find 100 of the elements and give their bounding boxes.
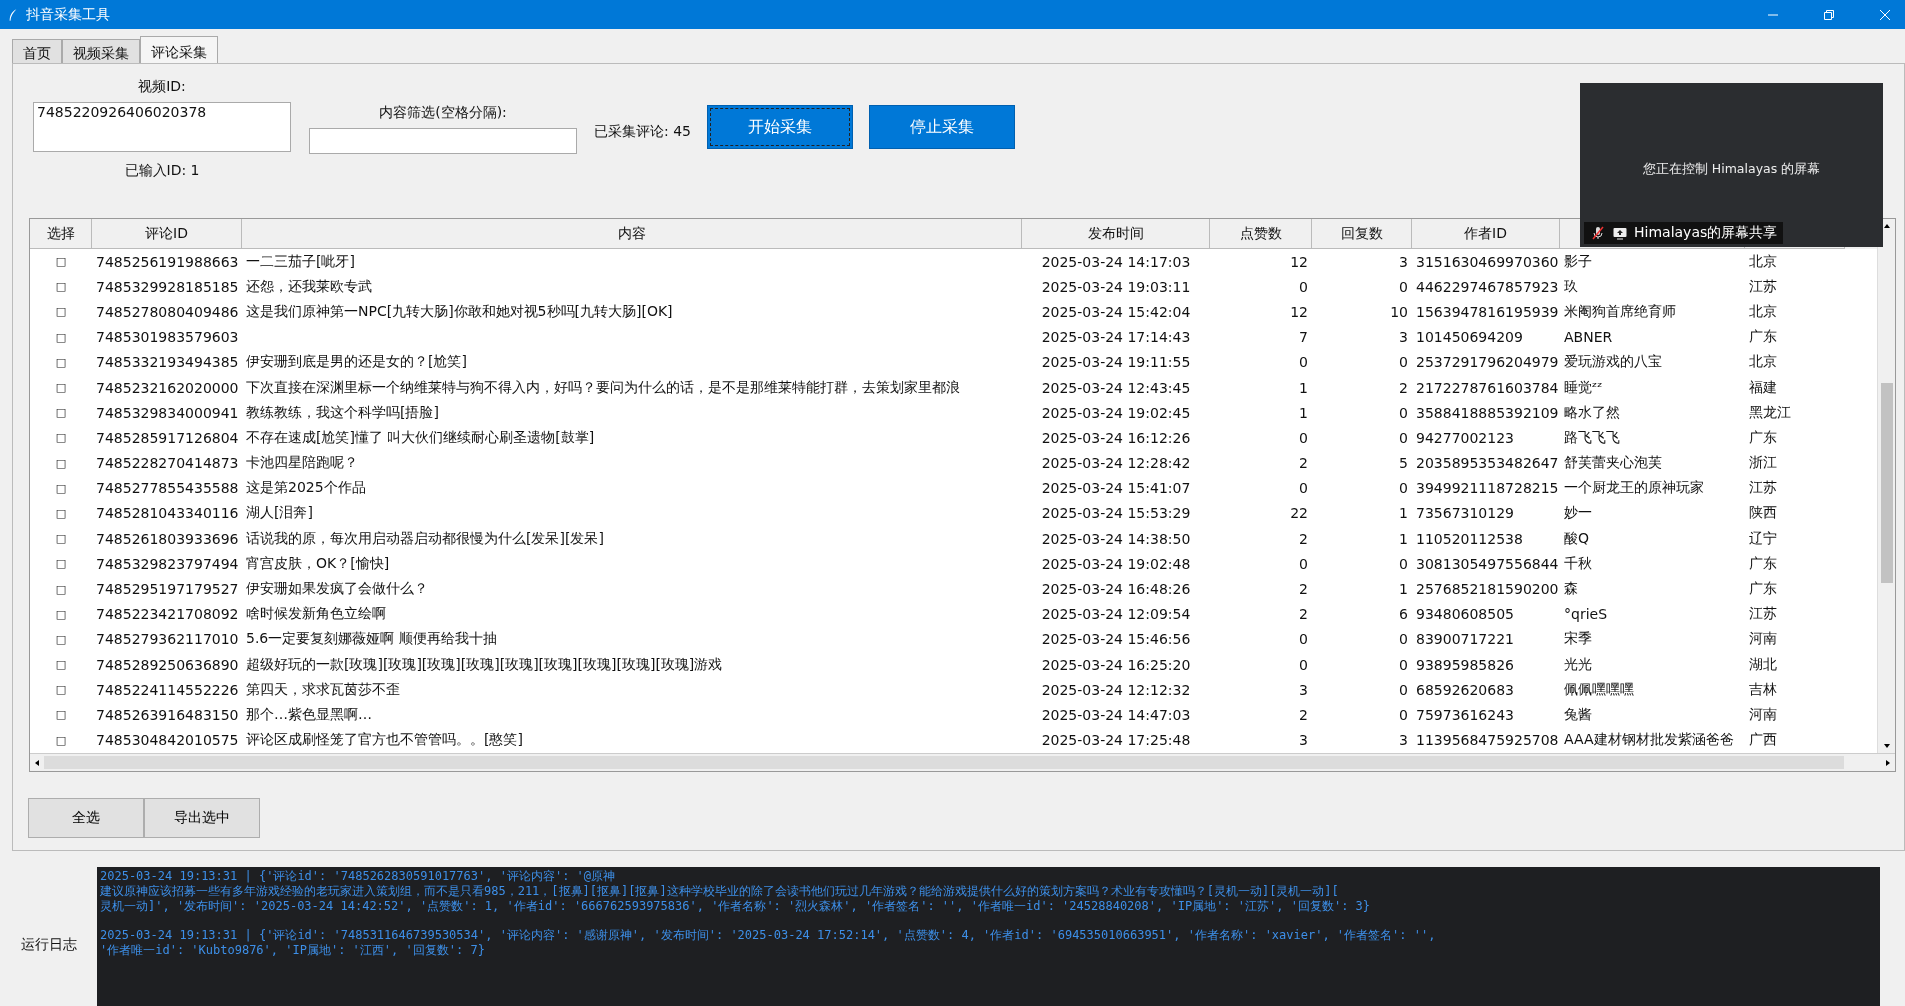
checkbox-glyph: □ [54,631,68,648]
table-cell-text: 3081305497556844 [1415,554,1560,574]
table-cell-text: 7485285917126804 [95,428,240,448]
table-cell-text: 6 [1398,605,1409,625]
table-cell-text: 73567310129 [1415,504,1515,524]
table-cell-text: 啥时候发新角色立绘啊 [245,604,387,624]
table-cell-text: 101450694209 [1415,328,1524,348]
table-cell-text: 0 [1398,680,1409,700]
table-cell-text: 2025-03-24 17:25:48 [1040,731,1192,751]
checkbox-glyph: □ [54,254,68,271]
column-header[interactable]: 回复数 [1312,219,1412,249]
table-cell-text: 第四天，求求瓦茵莎不歪 [245,679,401,699]
table-cell-text: 评论区成刷怪笼了官方也不管管吗。。[憨笑] [245,730,524,750]
log-label: 运行日志 [19,935,78,954]
table-cell-text: 1 [1398,529,1409,549]
table-cell-text: 广东 [1748,579,1778,599]
table-cell-text: 22 [1289,504,1309,524]
table-cell-text: 湖人[泪奔] [245,503,314,523]
checkbox-glyph: □ [54,505,68,522]
share-label: Himalayas的屏幕共享 [1634,224,1778,242]
table-cell-text: 教练教练，我这个科学吗[捂脸] [245,402,440,422]
action-button[interactable]: 开始采集 [707,105,853,149]
table-cell-text: 江苏 [1748,478,1778,498]
table-cell-text: 2025-03-24 12:43:45 [1040,378,1192,398]
checkbox-glyph: □ [54,380,68,397]
column-header[interactable]: 选择 [30,219,92,249]
column-header[interactable]: 内容 [242,219,1022,249]
horizontal-scrollbar[interactable] [30,753,1895,771]
vertical-scrollbar[interactable] [1877,219,1895,753]
table-cell-text: 3 [1298,731,1309,751]
log-line: 2025-03-24 19:13:31 | {'评论id': '7485311646739530534', '评论内容': '感谢原神', '发布时间': '2025-03-24 17:52:14', '点赞数': 4, '作者id': '694535010663951', '作者名称': 'xavier', '作者签名': '', [100,928,1437,943]
collected-count: 已采集评论: 45 [594,123,691,141]
table-cell-text: 2025-03-24 17:14:43 [1040,328,1192,348]
log-line: 2025-03-24 19:13:31 | {'评论id': '7485262830591017763', '评论内容': '@原神 [100,869,617,884]
table-cell-text: 北京 [1748,251,1778,271]
entered-count: 已输入ID: 1 [124,162,200,180]
table-cell-text: 75973616243 [1415,705,1515,725]
table-cell-text: 7485304842010575 [95,731,240,751]
window-title: 抖音采集工具 [26,5,110,24]
table-cell-text: 12 [1289,252,1309,272]
table-cell-text: 广东 [1748,427,1778,447]
table-cell-text: 光光 [1563,654,1593,674]
table-cell-text: 2025-03-24 16:48:26 [1040,580,1192,600]
share-bar[interactable]: Himalayas的屏幕共享 [1584,222,1784,244]
table-cell-text: 兔酱 [1563,704,1593,724]
column-header[interactable]: 评论ID [92,219,242,249]
video-id-field[interactable]: 7485220926406020378 [33,102,291,152]
table-cell-text: 2025-03-24 14:38:50 [1040,529,1192,549]
filter-field[interactable] [309,128,577,154]
muted-mic-icon[interactable] [1590,225,1606,241]
table-cell-text: 2 [1298,605,1309,625]
table-cell-text: 0 [1298,479,1309,499]
table-cell-text: 7485263916483150 [95,705,240,725]
table-cell-text: 5 [1398,454,1409,474]
table-cell-text: 宵宫皮肤，OK？[愉快] [245,553,391,573]
filter-label: 内容筛选(空格分隔): [379,104,507,122]
table-cell-text: 93895985826 [1415,655,1515,675]
tab[interactable]: 首页 [12,39,62,63]
close-icon[interactable] [1879,8,1891,21]
table-cell-text: 卡池四星陪跑呢？ [245,453,359,473]
table-cell-text: 2025-03-24 16:12:26 [1040,428,1192,448]
action-button[interactable]: 全选 [28,798,144,838]
checkbox-glyph: □ [54,581,68,598]
action-button[interactable]: 停止采集 [869,105,1015,149]
tab[interactable]: 视频采集 [62,39,140,63]
table-cell-text: 0 [1298,554,1309,574]
column-header[interactable]: 点赞数 [1210,219,1312,249]
table-cell-text: 北京 [1748,301,1778,321]
column-header[interactable]: 作者ID [1412,219,1560,249]
table-cell-text: 辽宁 [1748,528,1778,548]
column-header[interactable]: 发布时间 [1022,219,1210,249]
log-line: 建议原神应该招募一些有多年游戏经验的老玩家进入策划组，而不是只看985，211，[抠鼻][抠鼻][抠鼻]这种学校毕业的除了会读书他们玩过几年游戏？能给游戏提供什么好的策划方案吗？术业有专攻懂吗？[灵机一动][灵机一动][ [100,884,1340,899]
table-cell-text: 黑龙江 [1748,402,1792,422]
checkbox-glyph: □ [54,304,68,321]
table-cell-text: 2 [1298,529,1309,549]
table-cell-text: 伊安珊到底是男的还是女的？[尬笑] [245,352,468,372]
tab[interactable]: 评论采集 [140,36,218,63]
table-cell-text: 下次直接在深渊里标一个纳维莱特与狗不得入内，好吗？要问为什么的话，是不是那维莱特能打群，去策划家里都浪 [245,377,961,397]
video-id-label: 视频ID: [138,78,186,96]
table-cell-text: 7485281043340116 [95,504,240,524]
action-button[interactable]: 导出选中 [144,798,260,838]
table-cell-text: 2537291796204979 [1415,353,1560,373]
table-cell-text: 0 [1398,479,1409,499]
table-cell-text: 0 [1398,428,1409,448]
table-cell-text: 2025-03-24 16:25:20 [1040,655,1192,675]
table-cell-text: 2025-03-24 12:28:42 [1040,454,1192,474]
table-cell-text: °qrieS [1563,605,1609,625]
table-cell-text: 这是我们原神第一NPC[九转大肠]你敢和她对视5秒吗[九转大肠][OK] [245,301,674,321]
table-cell-text: 1 [1398,580,1409,600]
table-cell-text: 北京 [1748,352,1778,372]
table-cell-text: 广西 [1748,730,1778,750]
restore-icon[interactable] [1823,8,1835,21]
table-cell-text: 话说我的原，每次用启动器启动都很慢为什么[发呆][发呆] [245,528,605,548]
screen-share-icon[interactable] [1612,225,1628,241]
table-cell-text: 湖北 [1748,654,1778,674]
table-cell-text: 7485329823797494 [95,554,240,574]
checkbox-glyph: □ [54,682,68,699]
table-cell-text: 河南 [1748,629,1778,649]
table-cell-text: 4462297467857923 [1415,277,1560,297]
table-cell-text: 一二三茄子[呲牙] [245,251,356,271]
